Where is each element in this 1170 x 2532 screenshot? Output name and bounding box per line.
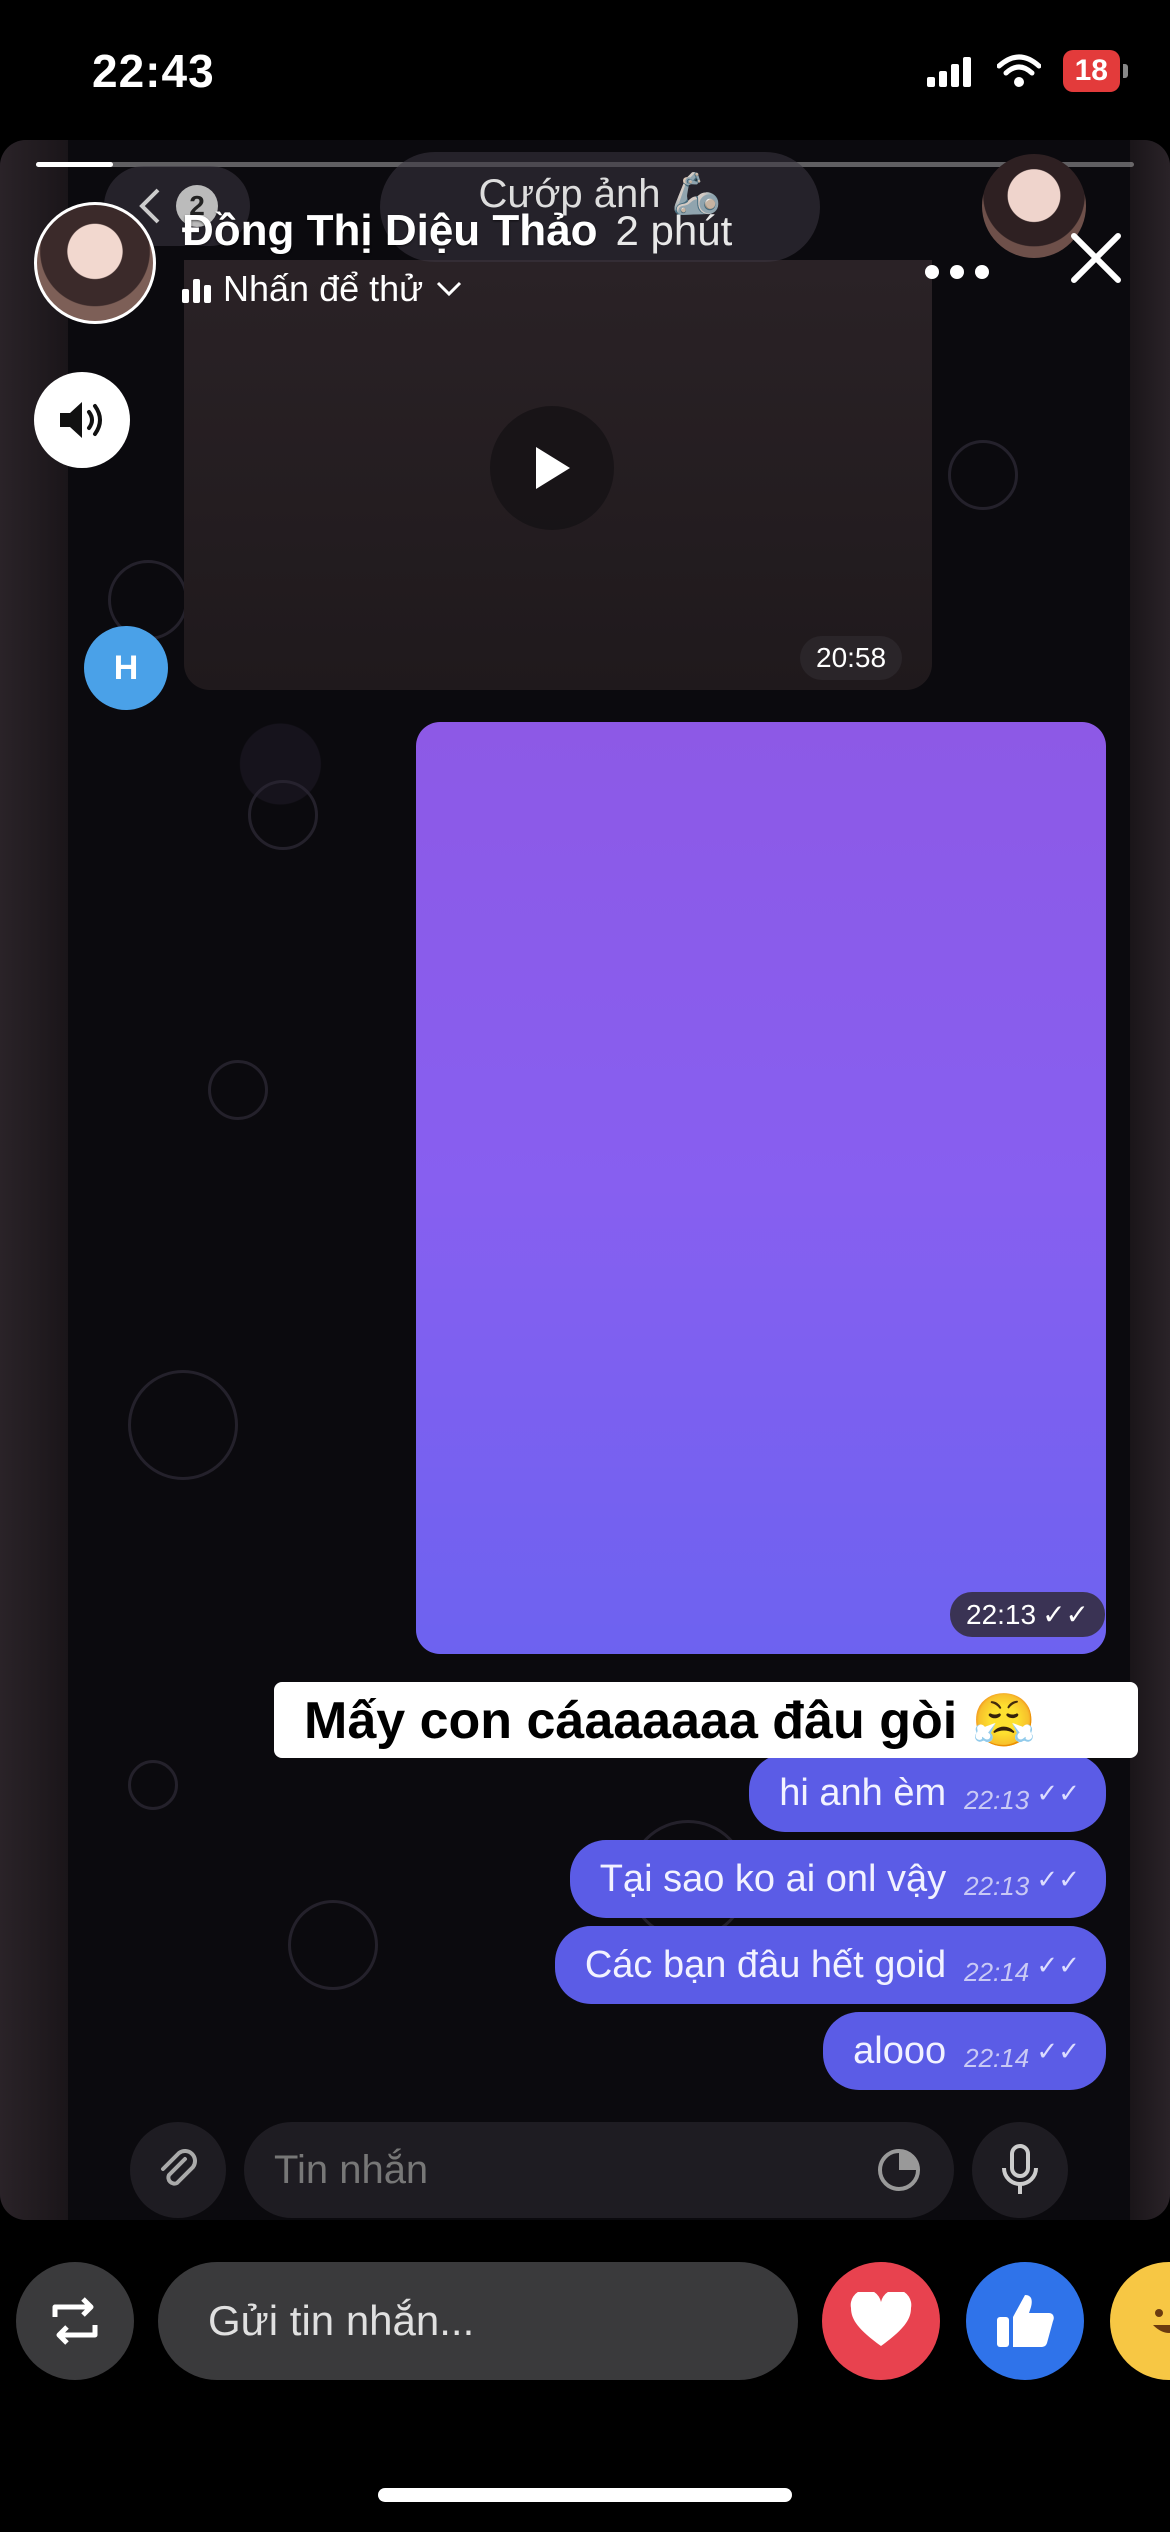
share-button[interactable] [16, 2262, 134, 2380]
screen: 22:43 18 20:58 H 22:13 ✓✓ hi anh èm 22:1… [0, 0, 1170, 2532]
story-reply-bar: Gửi tin nhắn... [0, 2220, 1170, 2532]
message-text: Tại sao ko ai onl vậy [599, 1857, 947, 1900]
user-avatar[interactable] [34, 202, 156, 324]
message-input[interactable]: Tin nhắn [244, 2122, 954, 2218]
more-options-button[interactable] [924, 240, 990, 280]
laugh-emoji-icon [1153, 2309, 1170, 2333]
image-time-text: 22:13 [966, 1598, 1037, 1630]
signal-icon [926, 57, 971, 87]
double-check-icon: ✓✓ [1029, 1777, 1080, 1808]
message-bubble[interactable]: Tại sao ko ai onl vậy 22:13 ✓✓ [569, 1840, 1106, 1918]
like-reaction-button[interactable] [966, 2262, 1084, 2380]
reply-input[interactable]: Gửi tin nhắn... [158, 2262, 798, 2380]
image-timestamp: 22:13 ✓✓ [950, 1592, 1105, 1637]
message-time: 22:14 [964, 1956, 1030, 1987]
play-button[interactable] [490, 406, 614, 530]
music-bars-icon [182, 275, 211, 303]
microphone-icon [1002, 2144, 1038, 2194]
message-time: 22:13 [964, 1870, 1030, 1901]
chat-input-row: Tin nhắn [68, 2122, 1130, 2218]
double-check-icon: ✓✓ [1042, 1599, 1089, 1630]
repost-icon [52, 2297, 98, 2345]
story-frame[interactable]: 20:58 H 22:13 ✓✓ hi anh èm 22:13 ✓✓ Tại … [0, 140, 1170, 2220]
close-button[interactable] [1066, 228, 1126, 288]
story-progress-fill [36, 162, 113, 167]
message-bubble[interactable]: Các bạn đâu hết goid 22:14 ✓✓ [554, 1926, 1106, 2004]
music-label-row[interactable]: Nhấn để thử [182, 268, 463, 310]
double-check-icon: ✓✓ [1029, 1863, 1080, 1894]
attach-button[interactable] [130, 2122, 226, 2218]
heart-icon [850, 2292, 912, 2346]
message-input-placeholder: Tin nhắn [274, 2147, 429, 2192]
text-sticker[interactable]: Mấy con cáaaaaaa đâu gòi 😤 [274, 1682, 1138, 1758]
message-text: hi anh èm [779, 1771, 947, 1814]
music-label: Nhấn để thử [223, 268, 424, 309]
story-edge-right [1130, 140, 1170, 2220]
message-text: alooo [853, 2029, 947, 2072]
message-bubble[interactable]: hi anh èm 22:13 ✓✓ [749, 1754, 1106, 1832]
message-time: 22:14 [964, 2042, 1030, 2073]
user-name[interactable]: Đồng Thị Diệu Thảo [182, 206, 598, 256]
chevron-down-icon [437, 281, 462, 297]
status-time: 22:43 [92, 45, 215, 97]
speaker-icon [60, 402, 102, 438]
battery-badge: 18 [1062, 50, 1129, 92]
wifi-icon [996, 54, 1041, 87]
paperclip-icon [161, 2149, 197, 2186]
more-dots-icon [925, 265, 989, 279]
message-bubble[interactable]: alooo 22:14 ✓✓ [823, 2012, 1106, 2090]
close-icon [1071, 233, 1121, 283]
play-icon [536, 447, 570, 489]
haha-reaction-button[interactable] [1110, 2262, 1170, 2380]
message-time: 22:13 [964, 1784, 1030, 1815]
status-icons: 18 [926, 50, 1129, 92]
image-message[interactable] [416, 722, 1106, 1654]
sticker-icon[interactable] [874, 2145, 924, 2195]
video-timestamp: 20:58 [800, 636, 903, 680]
story-user-info: Đồng Thị Diệu Thảo 2 phút [182, 206, 732, 256]
heart-reaction-button[interactable] [822, 2262, 940, 2380]
story-time: 2 phút [615, 207, 733, 254]
double-check-icon: ✓✓ [1029, 1949, 1080, 1980]
sender-avatar[interactable]: H [84, 626, 168, 710]
double-check-icon: ✓✓ [1029, 2035, 1080, 2066]
thumbs-up-icon [997, 2295, 1054, 2347]
message-text: Các bạn đâu hết goid [584, 1943, 947, 1986]
chevron-left-icon [139, 188, 160, 224]
voice-button[interactable] [972, 2122, 1068, 2218]
home-indicator[interactable] [378, 2488, 792, 2502]
sound-button[interactable] [34, 372, 130, 468]
